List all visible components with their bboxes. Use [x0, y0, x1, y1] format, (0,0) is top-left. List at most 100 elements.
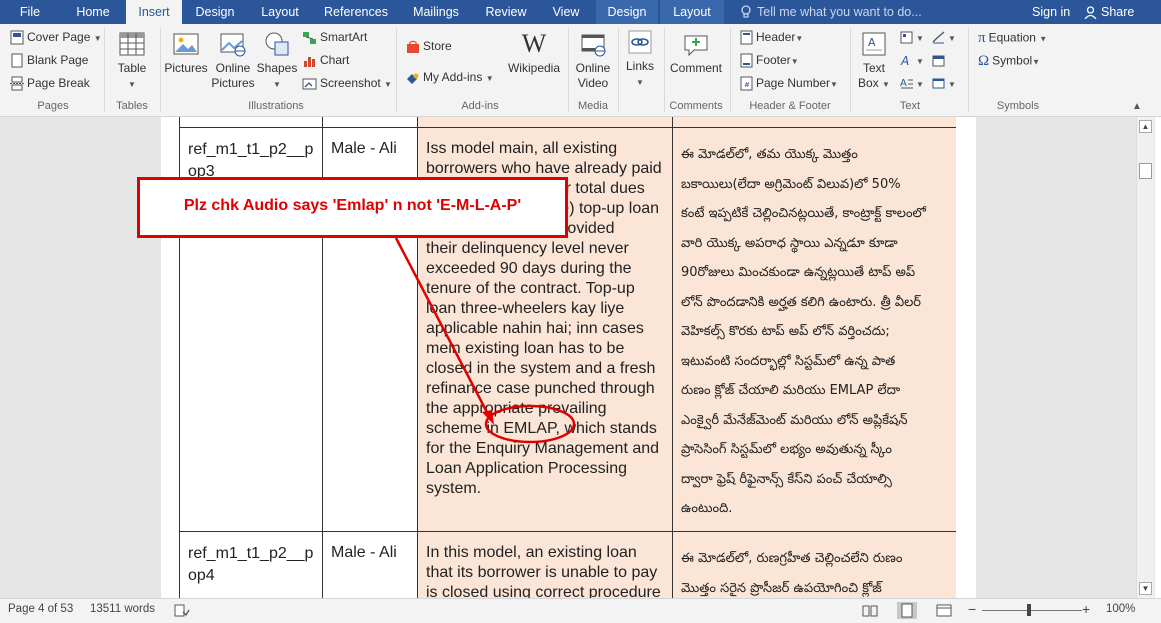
tell-me-box[interactable]: Tell me what you want to do...: [740, 0, 922, 24]
table-row: ref_m1_t1_p2__p op4 Male - Ali In this m…: [179, 531, 956, 598]
smartart-button[interactable]: SmartArt: [302, 30, 367, 45]
page-break-button[interactable]: Page Break: [10, 76, 90, 91]
tab-table-layout[interactable]: Layout: [660, 0, 724, 24]
equation-label: Equation: [988, 30, 1036, 45]
group-separator: [730, 28, 731, 112]
telugu-text-line: ఈ మోడల్‌లో, రుణగ్రహీత చెల్లించలేని రుణం: [681, 551, 903, 566]
zoom-out-icon[interactable]: −: [968, 601, 976, 617]
english-text-line: their delinquency level never: [426, 240, 629, 257]
telugu-text-line: ఎంక్వైరీ మేనేజ్‌మెంట్ మరియు లోన్ అప్లికే…: [681, 412, 908, 428]
group-separator: [664, 28, 665, 112]
status-bar: Page 4 of 53 13511 words − + 100%: [0, 598, 1161, 623]
illustrations-group-label: Illustrations: [248, 100, 304, 112]
chevron-down-icon: ▼: [830, 80, 838, 89]
footer-button[interactable]: Footer▼: [740, 53, 799, 68]
screenshot-button[interactable]: Screenshot ▼: [302, 76, 392, 91]
telugu-text-line: కంటే ఇప్పటికే చెల్లించినట్లయితే, కాంట్రా…: [681, 206, 926, 221]
pi-icon: π: [978, 30, 986, 46]
sign-in-link[interactable]: Sign in: [1032, 0, 1070, 24]
telugu-text-line: 90రోజులు మించకుండా ఉన్నట్లయితే టాప్ అప్: [681, 265, 916, 280]
symbol-button[interactable]: Ω Symbol▼: [978, 53, 1040, 70]
online-pictures-button[interactable]: Online Pictures: [208, 30, 258, 91]
tab-design[interactable]: Design: [188, 0, 242, 24]
scroll-down-icon[interactable]: ▼: [1139, 582, 1152, 595]
equation-button[interactable]: π Equation ▼: [978, 30, 1047, 47]
tab-file[interactable]: File: [0, 0, 60, 24]
english-text-line: In this model, an existing loan: [426, 544, 637, 561]
date-time-button[interactable]: [932, 53, 948, 67]
tab-view[interactable]: View: [542, 0, 590, 24]
tab-table-design[interactable]: Design: [596, 0, 658, 24]
print-layout-icon[interactable]: [897, 602, 917, 619]
vertical-scrollbar[interactable]: ▲ ▼: [1136, 117, 1154, 598]
word-count[interactable]: 13511 words: [90, 603, 155, 615]
tab-layout[interactable]: Layout: [254, 0, 306, 24]
chart-label: Chart: [320, 53, 350, 67]
signature-line-button[interactable]: ▼: [932, 30, 956, 44]
online-video-label-1: Online: [575, 61, 611, 75]
tab-home[interactable]: Home: [66, 0, 120, 24]
telugu-text-line: ఈ మోడల్‌లో, తమ యొక్క మొత్తం: [681, 147, 858, 162]
chevron-down-icon: ▼: [485, 74, 494, 83]
table-cell: [322, 117, 417, 127]
svg-text:A: A: [868, 36, 876, 49]
header-button[interactable]: Header▼: [740, 30, 803, 45]
header-label: Header: [756, 30, 796, 44]
english-text-line: is closed using correct procedure: [426, 584, 661, 598]
omega-icon: Ω: [978, 53, 990, 69]
table-button[interactable]: Table ▼: [110, 30, 154, 92]
telugu-cell[interactable]: ఈ మోడల్‌లో, రుణగ్రహీత చెల్లించలేని రుణం …: [672, 532, 956, 598]
wordart-button[interactable]: A ▼: [900, 53, 924, 67]
zoom-in-icon[interactable]: +: [1082, 601, 1090, 617]
telugu-text-line: వెహికల్స్ కొరకు టాప్ అప్ లోన్ వర్తించదు;: [681, 324, 890, 339]
footer-icon: [740, 53, 753, 68]
pictures-button[interactable]: Pictures: [162, 30, 210, 76]
share-button[interactable]: Share: [1084, 0, 1134, 24]
online-video-button[interactable]: Online Video: [572, 30, 614, 91]
object-button[interactable]: ▼: [932, 76, 956, 90]
read-mode-icon[interactable]: [862, 604, 878, 617]
speaker-cell[interactable]: Male - Ali: [322, 532, 417, 598]
annotation-callout: Plz chk Audio says 'Emlap' n not 'E-M-L-…: [137, 177, 568, 238]
chevron-down-icon: ▼: [948, 34, 956, 43]
tab-mailings[interactable]: Mailings: [404, 0, 468, 24]
quick-parts-button[interactable]: ▼: [900, 30, 924, 44]
web-layout-icon[interactable]: [936, 604, 952, 617]
store-button[interactable]: Store: [406, 39, 452, 54]
zoom-slider-thumb[interactable]: [1027, 604, 1031, 616]
wikipedia-button[interactable]: W Wikipedia: [504, 30, 564, 76]
page-number-button[interactable]: # Page Number▼: [740, 76, 838, 91]
drop-cap-button[interactable]: A ▼: [900, 76, 924, 90]
english-cell[interactable]: In this model, an existing loan that its…: [417, 532, 672, 598]
shapes-button[interactable]: Shapes ▼: [256, 30, 298, 92]
zoom-slider[interactable]: [982, 610, 1082, 611]
quick-parts-icon: [900, 31, 913, 44]
english-text-line: exceeded 90 days during the: [426, 260, 632, 277]
telugu-cell[interactable]: ఈ మోడల్‌లో, తమ యొక్క మొత్తం బకాయిలు(లేదా…: [672, 128, 956, 531]
proofing-icon[interactable]: [174, 604, 190, 617]
comment-button[interactable]: Comment: [668, 30, 724, 76]
english-text-line: Iss model main, all existing: [426, 140, 618, 157]
tab-references[interactable]: References: [318, 0, 394, 24]
scroll-thumb[interactable]: [1139, 163, 1152, 179]
cover-page-button[interactable]: Cover Page ▼: [10, 30, 102, 45]
chart-button[interactable]: Chart: [302, 53, 349, 68]
svg-text:A: A: [900, 54, 909, 67]
tab-insert[interactable]: Insert: [126, 0, 182, 24]
my-addins-button[interactable]: My Add-ins ▼: [406, 70, 494, 85]
page-count[interactable]: Page 4 of 53: [8, 603, 73, 615]
wikipedia-icon: W: [521, 29, 547, 58]
scroll-up-icon[interactable]: ▲: [1139, 120, 1152, 133]
chevron-down-icon: ▼: [916, 34, 924, 43]
svg-text:A: A: [900, 78, 907, 89]
tab-review[interactable]: Review: [478, 0, 534, 24]
text-box-button[interactable]: A Text Box ▼: [856, 30, 892, 92]
blank-page-button[interactable]: Blank Page: [10, 53, 88, 68]
pages-group-label: Pages: [37, 100, 69, 112]
zoom-level[interactable]: 100%: [1106, 603, 1135, 615]
links-button[interactable]: Links ▼: [620, 28, 660, 90]
signature-icon: [932, 31, 945, 44]
collapse-ribbon-icon[interactable]: ▲: [1132, 101, 1142, 112]
chevron-down-icon: ▼: [795, 34, 804, 43]
id-cell[interactable]: ref_m1_t1_p2__p op4: [180, 532, 322, 598]
